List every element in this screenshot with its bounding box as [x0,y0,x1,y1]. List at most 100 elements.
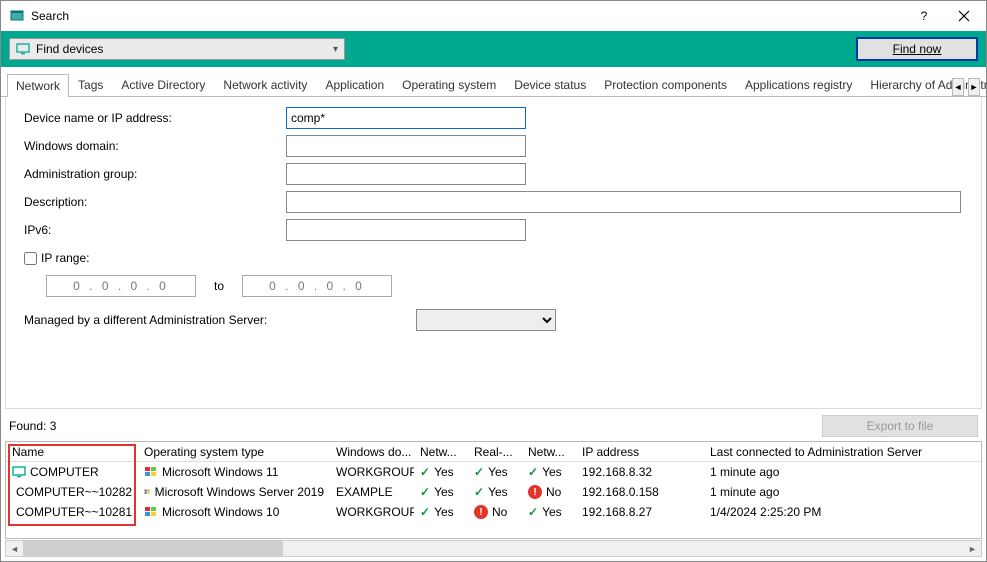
row-os: Microsoft Windows 11 [162,465,278,479]
row-realtime: ✓ Yes [468,485,522,499]
windows-icon [144,506,158,518]
tab-scroll-left[interactable]: ◄ [952,78,964,96]
tab-application[interactable]: Application [316,73,393,96]
tab-network[interactable]: Network [7,74,69,97]
col-windows-domain[interactable]: Windows do... [330,445,414,459]
tab-device-status[interactable]: Device status [505,73,595,96]
check-icon: ✓ [528,505,538,519]
row-last: 1 minute ago [704,465,981,479]
alert-icon: ! [474,505,488,519]
ip-to-label: to [214,279,224,293]
col-last-connected[interactable]: Last connected to Administration Server [704,445,981,459]
row-realtime: ✓ Yes [468,465,522,479]
row-domain: EXAMPLE [330,485,414,499]
col-name[interactable]: Name [6,445,138,459]
row-os: Microsoft Windows 10 [162,505,279,519]
row-ip: 192.168.8.32 [576,465,704,479]
table-row[interactable]: COMPUTER~~10281 Microsoft Windows 10 WORKG… [6,502,981,522]
col-network-agent[interactable]: Netw... [522,445,576,459]
mode-label: Find devices [36,42,333,56]
managed-select[interactable] [416,309,556,331]
row-realtime: ! No [468,505,522,519]
tab-protection-components[interactable]: Protection components [595,73,736,96]
find-now-button[interactable]: Find now [856,37,978,61]
check-icon: ✓ [420,485,430,499]
mode-select[interactable]: Find devices ▾ [9,38,345,60]
ip-to-input[interactable]: 0 . 0 . 0 . 0 [242,275,392,297]
table-row[interactable]: COMPUTERMicrosoft Windows 11WORKGROUP✓ Y… [6,462,981,482]
col-ip[interactable]: IP address [576,445,704,459]
found-bar: Found: 3 Export to file [1,413,986,439]
tab-active-directory[interactable]: Active Directory [112,73,214,96]
tab-scroll-right[interactable]: ► [968,78,980,96]
group-input[interactable] [286,163,526,185]
device-input[interactable] [286,107,526,129]
check-icon: ✓ [528,465,538,479]
alert-icon: ! [528,485,542,499]
col-network[interactable]: Netw... [414,445,468,459]
app-icon [9,8,25,24]
horizontal-scrollbar[interactable]: ◄ ► [5,540,982,557]
iprange-text: IP range: [41,251,89,265]
row-last: 1/4/2024 2:25:20 PM [704,505,981,519]
row-network: ✓ Yes [414,485,468,499]
ip-from-input[interactable]: 0 . 0 . 0 . 0 [46,275,196,297]
chevron-down-icon: ▾ [333,44,338,55]
iprange-checkbox-label[interactable]: IP range: [24,251,286,265]
row-name: COMPUTER~~10282 [16,485,132,499]
windows-icon [144,486,151,498]
monitor-icon [16,43,30,55]
row-name: COMPUTER [30,465,99,479]
domain-input[interactable] [286,135,526,157]
results-grid: Name Operating system type Windows do...… [5,441,982,539]
scroll-left-icon[interactable]: ◄ [6,541,23,556]
row-domain: WORKGROUP [330,465,414,479]
close-icon [958,10,970,22]
device-icon [12,466,26,478]
export-button[interactable]: Export to file [822,415,978,437]
tabstrip: Network Tags Active Directory Network ac… [1,67,986,97]
form-area: Device name or IP address: Windows domai… [5,97,982,409]
results-header: Name Operating system type Windows do...… [6,442,981,462]
row-network: ✓ Yes [414,465,468,479]
close-button[interactable] [944,1,984,31]
col-realtime[interactable]: Real-... [468,445,522,459]
row-network: ✓ Yes [414,505,468,519]
row-netagent: ✓ Yes [522,465,576,479]
domain-label: Windows domain: [24,139,286,153]
help-button[interactable]: ? [904,1,944,31]
tab-tags[interactable]: Tags [69,73,112,96]
scroll-right-icon[interactable]: ► [964,541,981,556]
row-netagent: ✓ Yes [522,505,576,519]
ipv6-input[interactable] [286,219,526,241]
tab-operating-system[interactable]: Operating system [393,73,505,96]
row-ip: 192.168.0.158 [576,485,704,499]
tab-network-activity[interactable]: Network activity [214,73,316,96]
toolbar: Find devices ▾ Find now [1,31,986,67]
ipv6-label: IPv6: [24,223,286,237]
window-title: Search [31,9,904,23]
check-icon: ✓ [474,465,484,479]
iprange-checkbox[interactable] [24,252,37,265]
check-icon: ✓ [420,505,430,519]
row-last: 1 minute ago [704,485,981,499]
tab-applications-registry[interactable]: Applications registry [736,73,861,96]
row-netagent: ! No [522,485,576,499]
check-icon: ✓ [420,465,430,479]
found-count: Found: 3 [9,419,822,433]
windows-icon [144,466,158,478]
row-name: COMPUTER~~10281 [16,505,132,519]
managed-label: Managed by a different Administration Se… [24,313,416,327]
device-label: Device name or IP address: [24,111,286,125]
description-label: Description: [24,195,286,209]
titlebar: Search ? [1,1,986,31]
row-os: Microsoft Windows Server 2019 [155,485,324,499]
group-label: Administration group: [24,167,286,181]
table-row[interactable]: COMPUTER~~10282 Microsoft Windows Server … [6,482,981,502]
check-icon: ✓ [474,485,484,499]
description-input[interactable] [286,191,961,213]
col-os[interactable]: Operating system type [138,445,330,459]
row-domain: WORKGROUP [330,505,414,519]
row-ip: 192.168.8.27 [576,505,704,519]
scrollbar-thumb[interactable] [23,541,283,556]
